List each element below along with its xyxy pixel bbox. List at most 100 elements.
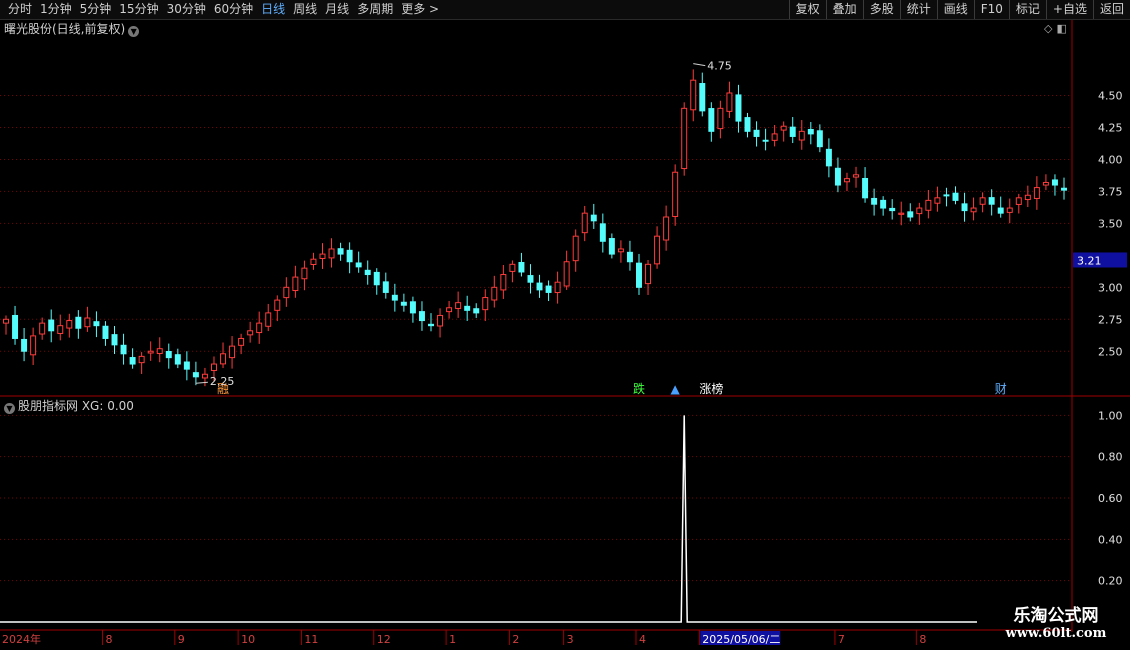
candle-body	[708, 108, 715, 132]
candle-body	[446, 307, 453, 313]
candle-body	[816, 130, 823, 148]
candle-body	[66, 320, 73, 329]
sub-y-tick-label: 1.00	[1098, 409, 1123, 422]
event-label: 涨榜	[699, 381, 723, 396]
candle-body	[437, 314, 444, 327]
indicator-title[interactable]: ▼ 股朋指标网 XG: 0.00	[4, 398, 134, 414]
candle-body	[464, 305, 471, 311]
candle-body	[220, 353, 227, 365]
date-axis-label: 3	[567, 633, 574, 646]
candle-body	[527, 275, 534, 283]
candle-body	[889, 207, 896, 212]
candle-body	[265, 312, 272, 327]
candle-body	[672, 171, 679, 217]
candle-body	[400, 301, 407, 306]
main-y-tick-label: 3.50	[1098, 217, 1123, 230]
candle-body	[717, 107, 724, 130]
candle-body	[943, 194, 950, 197]
event-label: 跌	[633, 381, 645, 396]
candle-body	[617, 248, 624, 253]
candle-body	[256, 322, 263, 334]
candle-body	[274, 299, 281, 311]
candle-body	[418, 311, 425, 322]
candle-body	[916, 207, 923, 215]
candle-body	[853, 174, 860, 178]
candle-body	[509, 263, 516, 272]
date-axis-label: 1	[449, 633, 456, 646]
candle-body	[364, 269, 371, 276]
indicator-title-text: 股朋指标网 XG: 0.00	[18, 399, 134, 413]
candle-body	[391, 294, 398, 301]
watermark: 乐淘公式网 www.60lt.com	[982, 606, 1130, 642]
candle-body	[174, 354, 181, 365]
candle-body	[84, 317, 91, 328]
candle-body	[626, 251, 633, 263]
main-y-tick-label: 3.75	[1098, 185, 1123, 198]
candle-body	[807, 128, 814, 135]
date-axis-label: 9	[178, 633, 185, 646]
sub-y-tick-label: 0.20	[1098, 575, 1123, 588]
candle-body	[762, 139, 769, 142]
candle-body	[590, 214, 597, 222]
candle-body	[753, 129, 760, 137]
candle-body	[147, 350, 154, 354]
main-y-tick-label: 2.50	[1098, 345, 1123, 358]
date-axis-label: 8	[105, 633, 112, 646]
main-y-tick-label: 4.50	[1098, 90, 1123, 103]
candle-body	[57, 325, 64, 334]
candle-body	[780, 125, 787, 131]
candle-body	[518, 262, 525, 273]
chevron-down-icon[interactable]: ▼	[4, 403, 15, 414]
candle-body	[599, 223, 606, 242]
candle-body	[39, 322, 46, 335]
candle-body	[355, 262, 362, 268]
low-marker-line	[195, 381, 208, 384]
candle-body	[48, 319, 55, 332]
candle-body	[1015, 197, 1022, 205]
watermark-title: 乐淘公式网	[1013, 606, 1099, 626]
date-axis-label: 4	[639, 633, 646, 646]
candle-body	[473, 308, 480, 314]
date-axis-label: 2025/05/06/二	[702, 633, 780, 646]
candle-body	[681, 107, 688, 170]
candle-body	[292, 276, 299, 292]
candle-body	[428, 323, 434, 327]
watermark-url: www.60lt.com	[1005, 626, 1107, 641]
candle-body	[382, 281, 389, 293]
candle-body	[75, 316, 82, 329]
candle-body	[735, 94, 742, 122]
candle-body	[310, 258, 317, 266]
candle-body	[699, 83, 706, 112]
candle-body	[346, 249, 353, 263]
candle-body	[12, 314, 19, 339]
candle-body	[500, 274, 507, 291]
date-axis-label: 11	[304, 633, 318, 646]
sub-y-tick-label: 0.60	[1098, 492, 1123, 505]
candle-body	[843, 178, 850, 183]
candle-body	[455, 302, 462, 309]
candle-body	[138, 355, 145, 364]
candle-body	[961, 203, 968, 212]
candle-body	[409, 301, 416, 314]
candle-body	[663, 216, 670, 241]
candle-body	[238, 337, 245, 346]
main-y-tick-label: 3.00	[1098, 281, 1123, 294]
candle-body	[988, 197, 995, 205]
candle-body	[328, 248, 335, 259]
date-axis-label: 2024年	[2, 632, 41, 646]
candle-body	[165, 350, 172, 359]
candle-body	[934, 197, 941, 204]
candle-body	[1051, 179, 1058, 186]
candle-body	[771, 133, 778, 141]
candle-body	[373, 271, 380, 286]
candle-body	[491, 286, 498, 301]
candle-body	[183, 361, 190, 370]
date-axis-label: 12	[377, 633, 391, 646]
candle-body	[880, 199, 887, 209]
kline-chart[interactable]: 4.50 4.25 4.00 3.75 3.50 3.00 2.75 2.50 1.00 0.80…	[0, 0, 1130, 650]
candle-body	[1033, 187, 1040, 199]
candle-body	[572, 235, 579, 262]
candle-body	[834, 167, 841, 186]
candle-body	[129, 357, 136, 365]
candle-body	[229, 345, 236, 359]
